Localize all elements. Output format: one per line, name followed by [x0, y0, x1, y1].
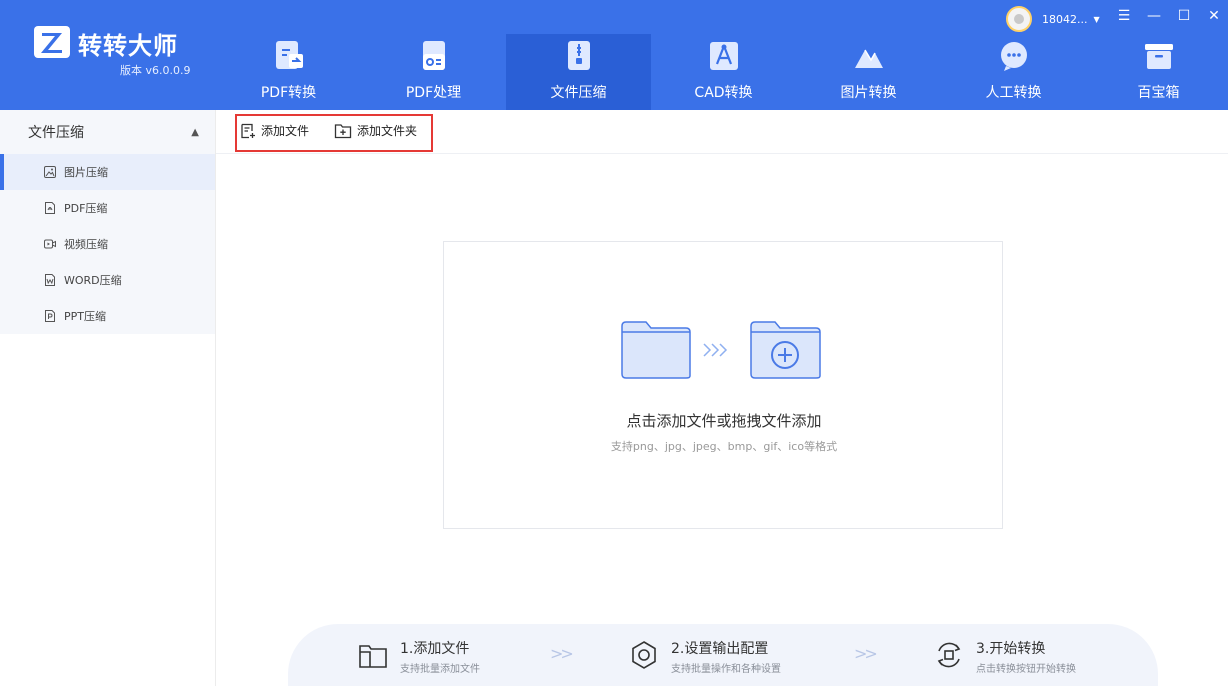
step-subtitle: 支持批量添加文件 [400, 664, 480, 675]
sidebar-item-video-compress[interactable]: 视频压缩 [0, 226, 215, 262]
nav-image-convert[interactable]: 图片转换 [796, 34, 941, 110]
steps-bar: 1.添加文件 支持批量添加文件 >> 2.设置输出配置 支持批量操作和各种设置 … [288, 624, 1158, 686]
nav-label: 图片转换 [840, 85, 897, 101]
sidebar-item-label: 视频压缩 [64, 238, 108, 251]
step-output-config: 2.设置输出配置 支持批量操作和各种设置 [629, 638, 781, 675]
image-icon [44, 166, 56, 178]
sidebar-item-word-compress[interactable]: WORD压缩 [0, 262, 215, 298]
logo-icon [34, 26, 70, 58]
step-start-convert: 3.开始转换 点击转换按钮开始转换 [934, 638, 1076, 675]
sidebar-item-ppt-compress[interactable]: PPT压缩 [0, 298, 215, 334]
nav-pdf-convert[interactable]: PDF转换 [216, 34, 361, 110]
drop-illustration [620, 320, 822, 386]
toolbar: 添加文件 添加文件夹 [216, 110, 1228, 154]
menu-icon[interactable]: ☰ [1116, 8, 1132, 24]
cad-convert-icon [708, 40, 740, 72]
maximize-icon[interactable]: ☐ [1176, 8, 1192, 24]
nav-manual-convert[interactable]: 人工转换 [941, 34, 1086, 110]
window-controls: ☰ — ☐ ✕ [1116, 8, 1222, 24]
chevron-right-icon: >> [550, 644, 574, 663]
sidebar-item-image-compress[interactable]: 图片压缩 [0, 154, 215, 190]
add-file-label: 添加文件 [261, 124, 310, 138]
step-subtitle: 点击转换按钮开始转换 [976, 664, 1076, 675]
nav-label: PDF处理 [405, 85, 462, 101]
app-version: 版本 v6.0.0.9 [120, 64, 191, 77]
drop-zone-subtitle: 支持png、jpg、jpeg、bmp、gif、ico等格式 [610, 440, 838, 453]
main-nav: PDF转换 PDF处理 文件压缩 CAD转换 图片转换 人工转换 百宝箱 [216, 34, 1228, 110]
add-folder-large-icon [750, 321, 821, 379]
sidebar: 文件压缩 ▲ 图片压缩 PDF压缩 视频压缩 WORD压缩 PPT压缩 [0, 110, 216, 686]
sidebar-item-label: PPT压缩 [64, 310, 106, 323]
step-title: 2.设置输出配置 [671, 641, 769, 657]
sidebar-item-pdf-compress[interactable]: PDF压缩 [0, 190, 215, 226]
add-folder-label: 添加文件夹 [357, 124, 418, 138]
nav-label: CAD转换 [694, 85, 753, 101]
app-logo-text: 转转大师 [78, 32, 178, 60]
pdf-process-icon [418, 40, 450, 72]
sidebar-item-label: PDF压缩 [64, 202, 108, 215]
pdf-convert-icon [273, 40, 305, 72]
sidebar-item-label: WORD压缩 [64, 274, 122, 287]
chevron-down-icon: ▼ [1093, 14, 1100, 24]
user-menu[interactable]: 18042... ▼ [1006, 6, 1100, 32]
step-title: 1.添加文件 [400, 641, 470, 657]
avatar [1006, 6, 1032, 32]
sidebar-section-header[interactable]: 文件压缩 ▲ [0, 110, 215, 154]
convert-icon [937, 642, 961, 668]
chevron-right-icon: >> [854, 644, 878, 663]
file-compress-icon [563, 40, 595, 72]
add-folder-icon [334, 123, 352, 138]
nav-pdf-process[interactable]: PDF处理 [361, 34, 506, 110]
image-convert-icon [853, 40, 885, 72]
folder-outline-icon [359, 645, 387, 668]
word-icon [44, 274, 56, 286]
minimize-icon[interactable]: — [1146, 8, 1162, 24]
nav-label: 文件压缩 [550, 85, 607, 101]
nav-label: 人工转换 [985, 85, 1042, 101]
chevron-up-icon: ▲ [191, 126, 199, 138]
video-icon [44, 238, 56, 250]
add-file-button[interactable]: 添加文件 [240, 122, 309, 139]
sidebar-list: 图片压缩 PDF压缩 视频压缩 WORD压缩 PPT压缩 [0, 154, 215, 334]
pdf-icon [44, 202, 56, 214]
step-subtitle: 支持批量操作和各种设置 [671, 664, 781, 675]
settings-icon [632, 641, 656, 669]
nav-label: PDF转换 [260, 85, 317, 101]
manual-convert-icon [998, 40, 1030, 72]
add-file-icon [241, 123, 255, 138]
sidebar-section-title: 文件压缩 [28, 125, 84, 141]
user-name: 18042... [1042, 12, 1088, 26]
nav-file-compress[interactable]: 文件压缩 [506, 34, 651, 110]
nav-cad-convert[interactable]: CAD转换 [651, 34, 796, 110]
toolbox-icon [1143, 40, 1175, 72]
step-add-file: 1.添加文件 支持批量添加文件 [358, 638, 480, 675]
drop-zone-title: 点击添加文件或拖拽文件添加 [626, 412, 822, 430]
double-chevron-icon [703, 343, 728, 357]
nav-toolbox[interactable]: 百宝箱 [1086, 34, 1228, 110]
file-drop-zone[interactable]: 点击添加文件或拖拽文件添加 支持png、jpg、jpeg、bmp、gif、ico… [443, 241, 1003, 529]
folder-icon [621, 321, 691, 379]
add-folder-button[interactable]: 添加文件夹 [334, 122, 417, 139]
ppt-icon [44, 310, 56, 322]
nav-label: 百宝箱 [1137, 85, 1180, 101]
sidebar-item-label: 图片压缩 [64, 166, 108, 179]
header: 转转大师 版本 v6.0.0.9 PDF转换 PDF处理 文件压缩 CAD转换 [0, 0, 1228, 110]
close-icon[interactable]: ✕ [1206, 8, 1222, 24]
step-title: 3.开始转换 [976, 641, 1046, 657]
